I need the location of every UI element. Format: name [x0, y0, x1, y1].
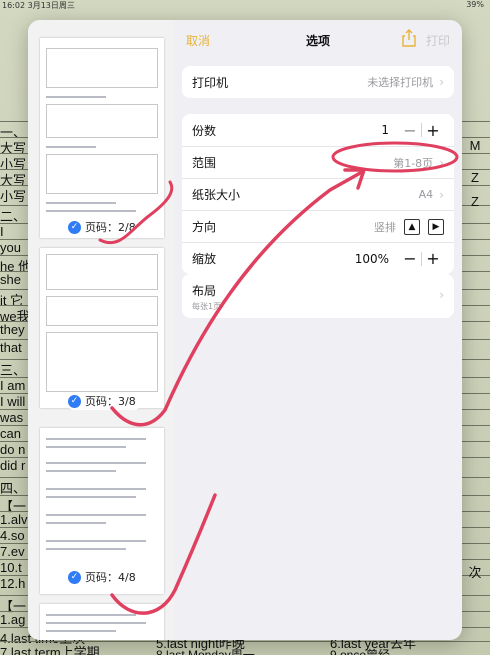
page-badge-3[interactable]: ✓ 页码：3/8 — [66, 392, 142, 410]
page-preview-3[interactable] — [40, 248, 164, 408]
page-preview-2[interactable] — [40, 38, 164, 238]
chevron-right-icon: › — [439, 75, 444, 89]
copies-stepper: − + — [399, 121, 444, 140]
settings-panel: 取消 选项 打印 打印机 未选择打印机 › 份数 1 − + 范围 第1-8页 … — [174, 20, 462, 640]
options-group: 份数 1 − + 范围 第1-8页 › 纸张大小 A4 › 方向 竖排 ▲ ▶ … — [182, 114, 454, 274]
page-preview-column[interactable]: ✓ 页码：2/8 ✓ 页码：3/8 ✓ 页码：4/8 — [28, 20, 174, 640]
dialog-title: 选项 — [305, 34, 330, 48]
copies-value: 1 — [381, 123, 389, 137]
checkmark-icon: ✓ — [68, 220, 81, 234]
status-time-date: 16:02 3月13日周三 — [2, 1, 75, 10]
paper-size-row[interactable]: 纸张大小 A4 › — [182, 178, 454, 210]
layout-row[interactable]: 布局 › 每张1页 — [182, 274, 454, 318]
printer-row[interactable]: 打印机 未选择打印机 › — [182, 66, 454, 98]
scale-value: 100% — [354, 251, 389, 266]
chevron-right-icon: › — [439, 288, 444, 302]
print-options-dialog: ✓ 页码：2/8 ✓ 页码：3/8 ✓ 页码：4/8 取消 选项 打印 打印机 … — [28, 20, 462, 640]
worksheet-bottom-right: 9.once曾经 — [330, 648, 391, 655]
print-button[interactable]: 打印 — [426, 32, 450, 49]
scale-row: 缩放 100% − + — [182, 242, 454, 274]
copies-row: 份数 1 − + — [182, 114, 454, 146]
increment-button[interactable]: + — [422, 249, 444, 268]
share-icon[interactable] — [402, 29, 416, 47]
range-row[interactable]: 范围 第1-8页 › — [182, 146, 454, 178]
worksheet-bottom-middle: 8.last Monday周一 — [156, 648, 255, 655]
orientation-row: 方向 竖排 ▲ ▶ — [182, 210, 454, 242]
page-badge-4[interactable]: ✓ 页码：4/8 — [66, 568, 142, 586]
worksheet-right-letter: 次 — [468, 565, 482, 580]
scale-stepper: − + — [399, 249, 444, 268]
decrement-button[interactable]: − — [399, 249, 421, 268]
worksheet-right-letter: M — [469, 138, 481, 153]
battery-level: 39% — [466, 0, 484, 9]
checkmark-icon: ✓ — [68, 394, 81, 408]
page-preview-5[interactable] — [40, 604, 164, 640]
orientation-value: 竖排 — [374, 220, 396, 234]
dialog-nav-bar: 取消 选项 打印 — [174, 20, 462, 60]
layout-sub: 每张1页 — [192, 302, 222, 311]
layout-group: 布局 › 每张1页 — [182, 274, 454, 318]
worksheet-rule — [0, 641, 490, 642]
chevron-right-icon: › — [439, 187, 444, 202]
decrement-button[interactable]: − — [399, 121, 421, 140]
printer-group: 打印机 未选择打印机 › — [182, 66, 454, 98]
printer-value: 未选择打印机 — [367, 76, 434, 89]
worksheet-right-letter: Z — [471, 170, 479, 185]
portrait-icon[interactable]: ▲ — [404, 218, 420, 235]
increment-button[interactable]: + — [422, 121, 444, 140]
landscape-icon[interactable]: ▶ — [428, 218, 444, 235]
status-bar: 16:02 3月13日周三 39% — [0, 0, 490, 10]
paper-size-value: A4 — [418, 188, 434, 201]
worksheet-line: 7.last term上学期 — [0, 645, 100, 655]
range-value: 第1-8页 — [393, 156, 434, 170]
page-badge-2[interactable]: ✓ 页码：2/8 — [66, 218, 142, 236]
worksheet-right-letter: Z — [471, 194, 479, 209]
chevron-right-icon: › — [439, 155, 444, 170]
checkmark-icon: ✓ — [68, 570, 81, 584]
